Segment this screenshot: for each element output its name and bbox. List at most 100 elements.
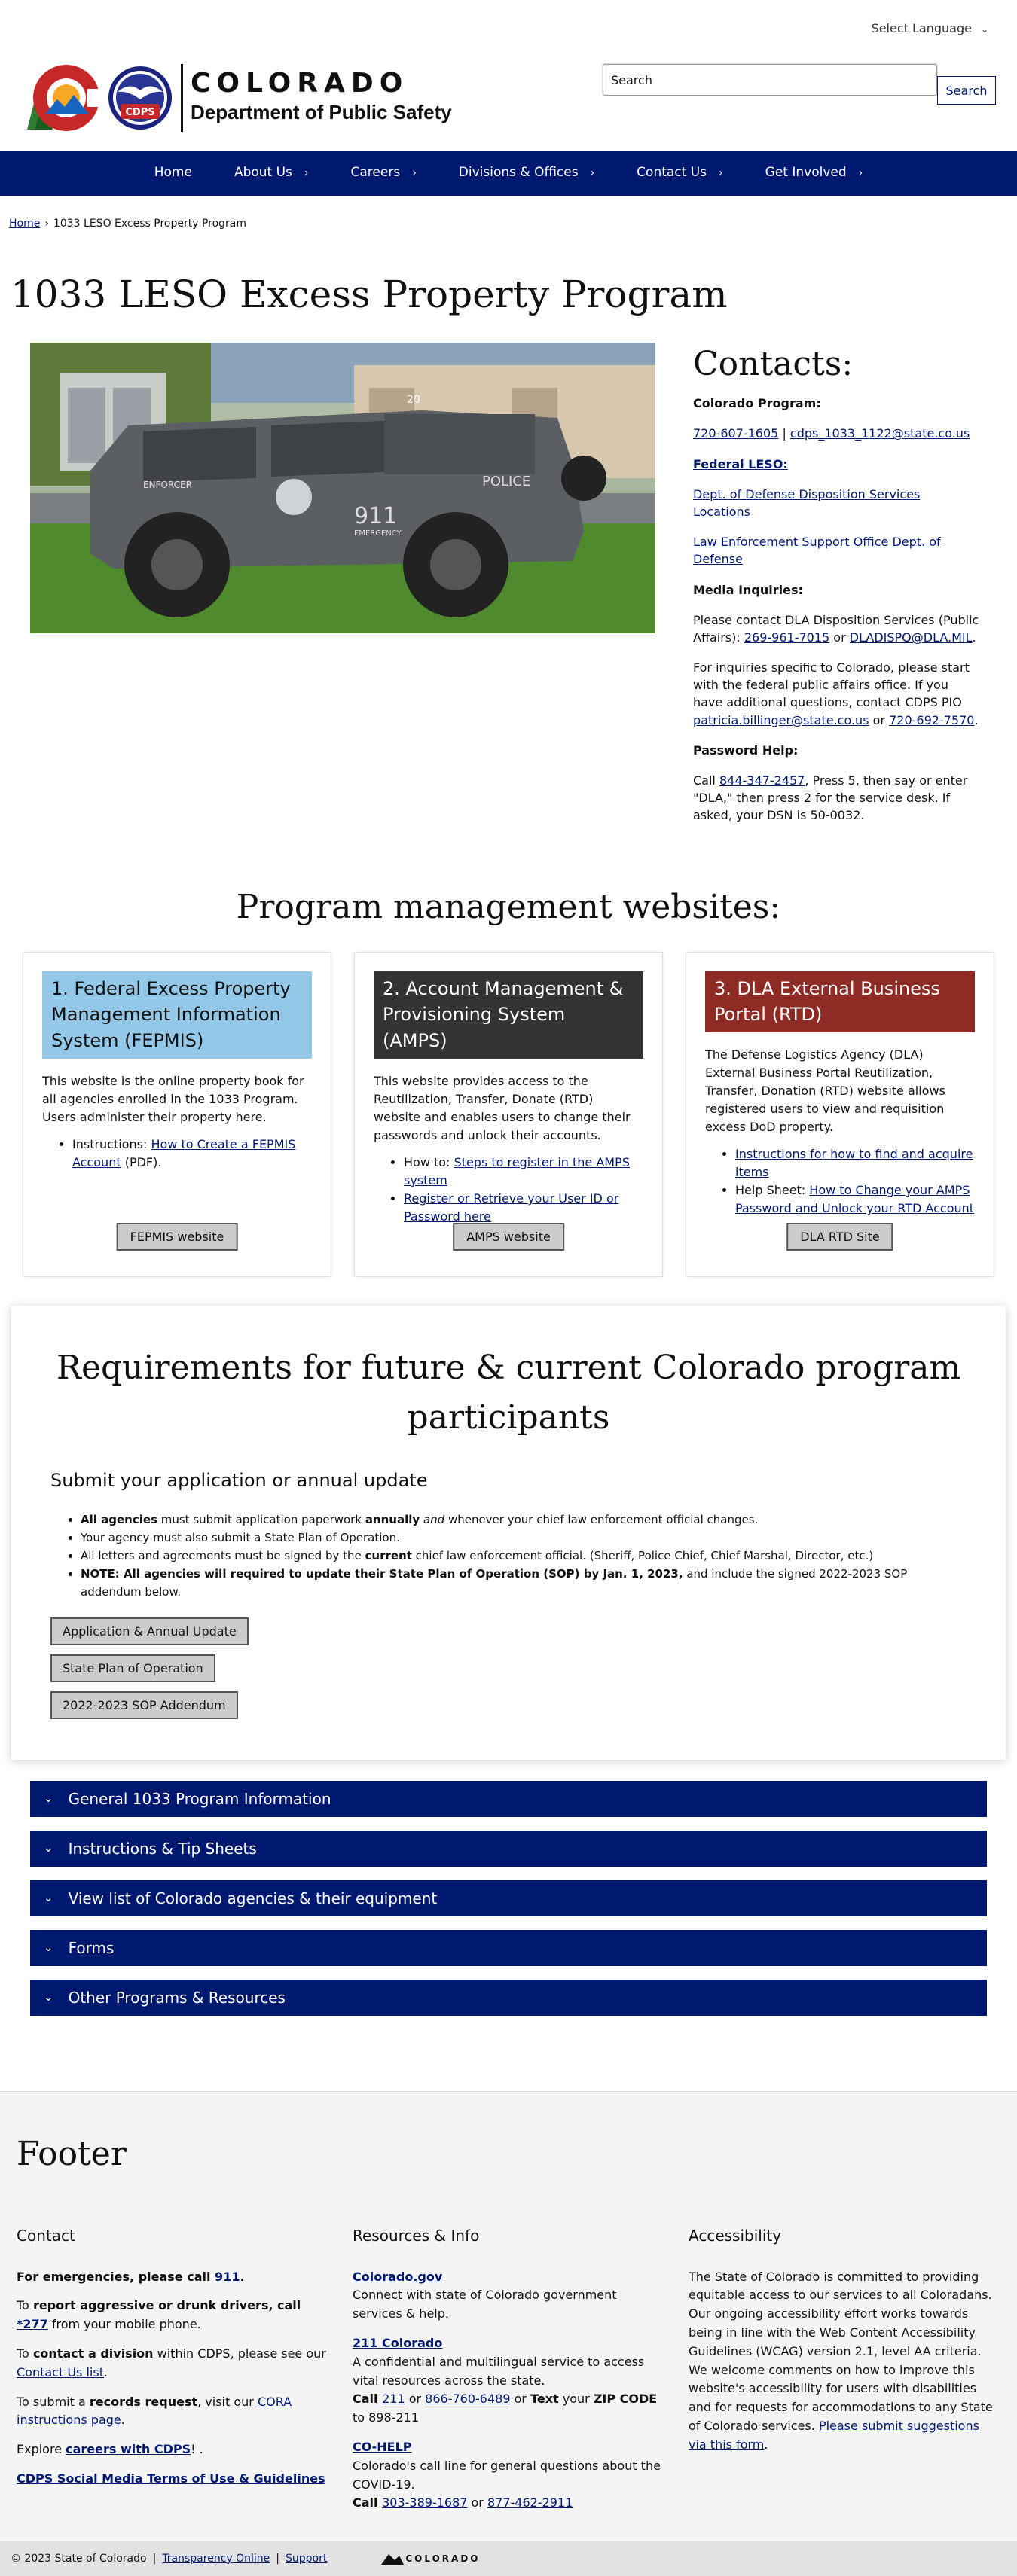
accordion-item[interactable]: ⌄ View list of Colorado agencies & their … [30,1879,987,1916]
card-item-link[interactable]: Register or Retrieve your User ID or Pas… [404,1191,618,1224]
card-item-link[interactable]: Instructions for how to find and acquire… [735,1147,973,1179]
bottom-separator-2: | [276,2552,280,2565]
call-277-link[interactable]: *277 [17,2317,48,2331]
nav-item-home[interactable]: Home [133,163,213,183]
card-description: The Defense Logistics Agency (DLA) Exter… [705,1047,945,1135]
nav-item-label: Get Involved [765,165,847,181]
footer-report-drivers: To report aggressive or drunk drivers, c… [17,2297,328,2334]
c3b: within CDPS, please see our [153,2346,326,2361]
footer-heading: Footer [17,2134,127,2173]
colorado-gov-link[interactable]: Colorado.gov [353,2270,442,2284]
breadcrumb-current: 1033 LESO Excess Property Program [53,218,247,230]
item-prefix: Help Sheet: [735,1183,810,1198]
call-911-link[interactable]: 911 [215,2270,240,2284]
accordion-item[interactable]: ⌄ Other Programs & Resources [30,1979,987,2016]
chevron-right-icon[interactable]: › [591,166,595,181]
co-inquiry-body: For inquiries specific to Colorado, plea… [693,660,970,710]
media-email-link[interactable]: DLADISPO@DLA.MIL [850,630,973,645]
b3-bold: current [365,1548,412,1562]
password-phone-link[interactable]: 844-347-2457 [719,773,805,788]
main-nav: Home About Us › Careers › Divisions & Offices… [0,151,1017,197]
leso-office-link[interactable]: Law Enforcement Support Office Dept. of … [693,535,941,566]
c3c: . [103,2364,108,2379]
media-inquiries-label: Media Inquiries: [693,582,803,597]
hero-section: ENFORCER 911 EMERGENCY POLICE 20 Contact… [0,317,1017,837]
acc-text: The State of Colorado is committed to pr… [689,2269,993,2433]
c4b: , visit our [197,2394,258,2409]
call-211-link[interactable]: 211 [382,2392,405,2406]
sop-addendum-button[interactable]: 2022-2023 SOP Addendum [50,1690,238,1719]
dod-locations-link[interactable]: Dept. of Defense Disposition Services Lo… [693,487,920,519]
chevron-down-icon: ⌄ [44,1791,53,1806]
search-button[interactable]: Search [937,76,996,105]
card-website-button[interactable]: AMPS website [453,1222,564,1251]
transparency-link[interactable]: Transparency Online [162,2551,270,2567]
nav-item-careers[interactable]: Careers › [330,163,438,183]
co-help-link[interactable]: CO-HELP [353,2440,412,2454]
state-plan-button[interactable]: State Plan of Operation [50,1654,215,1682]
pio-email-link[interactable]: patricia.billinger@state.co.us [693,713,869,727]
chevron-right-icon[interactable]: › [719,166,723,181]
dod-locations: Dept. of Defense Disposition Services Lo… [693,486,979,520]
breadcrumb-home-link[interactable]: Home [9,218,40,230]
search-input[interactable] [603,64,937,96]
211-colorado-link[interactable]: 211 Colorado [353,2336,442,2350]
contact-us-list-link[interactable]: Contact Us list [17,2365,104,2379]
card-links-list: Instructions for how to find and acquire… [735,1145,975,1218]
accordion-item[interactable]: ⌄ Forms [30,1929,987,1966]
program-card: 2. Account Management & Provisioning Sys… [354,951,663,1277]
footer-social-media: CDPS Social Media Terms of Use & Guideli… [17,2470,328,2489]
nav-item-contact-us[interactable]: Contact Us › [615,163,744,183]
r2your: your [558,2392,594,2407]
vehicle-photo-illustration: ENFORCER 911 EMERGENCY POLICE 20 [30,343,655,633]
media-phone-link[interactable]: 269-961-7015 [744,630,829,645]
password-help-label: Password Help: [693,742,799,758]
nav-item-divisions-offices[interactable]: Divisions & Offices › [438,163,615,183]
accordion-item[interactable]: ⌄ General 1033 Program Information [30,1780,987,1817]
footer-211: 211 Colorado A confidential and multiling… [353,2334,664,2428]
list-item: NOTE: All agencies will required to upda… [81,1565,967,1601]
brand-line-colorado: COLORADO [191,67,409,99]
card-website-button[interactable]: FEPMIS website [116,1222,238,1251]
social-media-terms-link[interactable]: CDPS Social Media Terms of Use & Guideli… [17,2471,325,2486]
rbtn-wrap-3: 2022-2023 SOP Addendum [50,1690,238,1728]
program-card: 3. DLA External Business Portal (RTD) The… [686,951,994,1277]
r2zip: ZIP CODE [593,2392,658,2407]
c3bold: contact a division [32,2346,154,2361]
item-prefix: Instructions: [72,1136,151,1151]
r1text: Connect with state of Colorado governmen… [353,2288,617,2321]
accordion-label: View list of Colorado agencies & their e… [68,1889,438,1907]
nav-item-label: Careers [350,165,401,181]
r2or2: or [510,2392,531,2407]
careers-link[interactable]: careers with CDPS [66,2442,191,2456]
accordion-item[interactable]: ⌄ Instructions & Tip Sheets [30,1830,987,1867]
copyright: © 2023 State of Colorado [11,2552,147,2565]
c1b: . [240,2269,245,2284]
vehicle-id-text: 20 [407,394,420,406]
chevron-right-icon[interactable]: › [412,166,417,181]
call-877-link[interactable]: 877-462-2911 [487,2495,573,2510]
footer-emergency: For emergencies, please call 911. [17,2268,328,2287]
co-phone-link[interactable]: 720-607-1605 [693,426,778,441]
nav-item-get-involved[interactable]: Get Involved › [744,163,884,183]
chevron-right-icon[interactable]: › [304,166,309,181]
support-link[interactable]: Support [286,2551,327,2567]
cdps-logo[interactable]: CDPS COLORADO Department of Public Safet… [21,60,452,136]
list-item: All agencies must submit application pap… [81,1511,967,1529]
federal-leso-link[interactable]: Federal LESO: [693,457,788,471]
language-selector[interactable]: Select Language ⌄ [872,20,988,38]
colorado-footer-logo[interactable]: COLORADO [380,2551,480,2566]
application-annual-update-button[interactable]: Application & Annual Update [50,1617,249,1645]
co-program-contact: 720-607-1605 | cdps_1033_1122@state.co.u… [693,425,979,442]
footer-columns: Contact For emergencies, please call 911… [17,2224,1000,2524]
chevron-right-icon[interactable]: › [859,166,863,181]
co-email-link[interactable]: cdps_1033_1122@state.co.us [790,426,970,441]
call-303-link[interactable]: 303-389-1687 [382,2495,467,2510]
call-866-link[interactable]: 866-760-6489 [425,2392,510,2406]
card-website-button[interactable]: DLA RTD Site [786,1222,893,1251]
accordion-label: Other Programs & Resources [68,1988,286,2007]
nav-item-about-us[interactable]: About Us › [213,163,330,183]
pio-phone-link[interactable]: 720-692-7570 [889,713,974,727]
page-title: 1033 LESO Excess Property Program [11,273,728,316]
or-text: or [833,630,846,645]
